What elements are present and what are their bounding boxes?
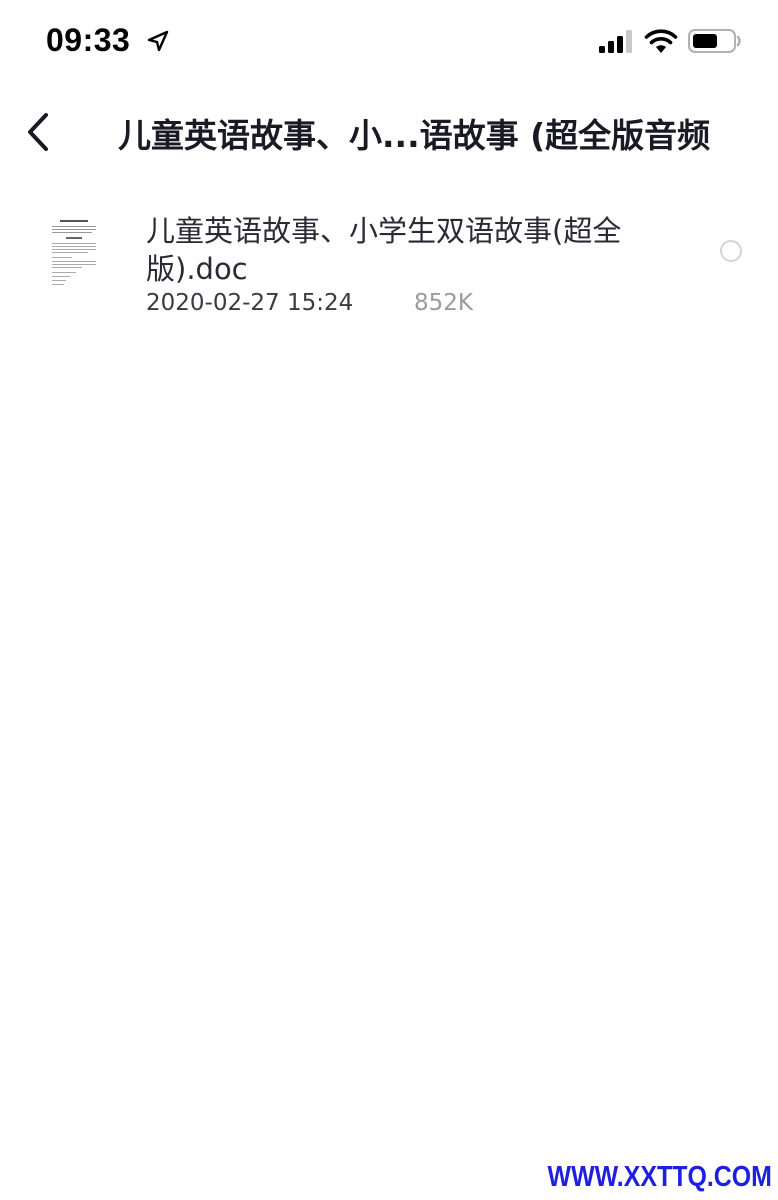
file-size: 852K	[414, 290, 473, 316]
doc-thumbnail-icon	[46, 214, 102, 294]
wifi-icon	[644, 29, 678, 53]
watermark: WWW.XXTTQ.COM	[547, 1161, 772, 1193]
page-title: 儿童英语故事、小...语故事 (超全版音频	[118, 116, 711, 155]
back-button[interactable]	[10, 104, 66, 160]
chevron-left-icon	[28, 113, 48, 151]
cellular-signal-icon	[599, 30, 632, 53]
status-bar: 09:33	[0, 0, 778, 84]
status-time: 09:33	[46, 22, 131, 58]
nav-bar: 儿童英语故事、小...语故事 (超全版音频	[0, 90, 778, 186]
battery-icon	[688, 29, 741, 53]
file-name: 儿童英语故事、小学生双语故事(超全版).doc	[146, 214, 622, 286]
select-radio[interactable]	[720, 240, 742, 262]
location-arrow-icon	[147, 30, 169, 52]
file-date: 2020-02-27 15:24	[146, 290, 354, 316]
list-item[interactable]: 儿童英语故事、小学生双语故事(超全版).doc 2020-02-27 15:24…	[0, 200, 778, 330]
